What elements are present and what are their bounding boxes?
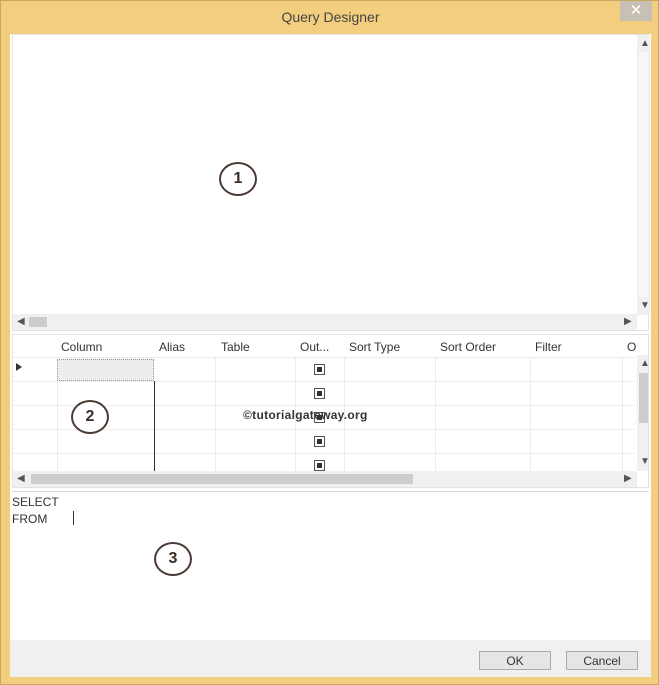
- grid-row-divider: [13, 429, 635, 430]
- output-checkbox[interactable]: [314, 388, 325, 399]
- grid-row-divider: [13, 381, 635, 382]
- column-header-table[interactable]: Table: [221, 340, 250, 354]
- selected-column-cell[interactable]: [57, 359, 154, 381]
- pane-number-badge-3: 3: [154, 542, 192, 576]
- output-checkbox[interactable]: [314, 436, 325, 447]
- grid-column-divider: [622, 357, 623, 472]
- column-header-or[interactable]: O: [627, 340, 636, 354]
- diagram-vertical-scrollbar[interactable]: ▲ ▼: [637, 35, 650, 315]
- diagram-vertical-scroll-thumb[interactable]: [639, 52, 648, 297]
- close-icon[interactable]: ✕: [620, 1, 652, 21]
- grid-row-divider: [13, 357, 635, 358]
- grid-vertical-scroll-thumb[interactable]: [639, 373, 648, 423]
- sql-pane[interactable]: SELECT FROM 3: [12, 491, 649, 640]
- text-caret: [73, 511, 74, 525]
- column-header-filter[interactable]: Filter: [535, 340, 562, 354]
- scroll-right-icon[interactable]: ▶: [624, 474, 632, 484]
- diagram-horizontal-scrollbar[interactable]: ◀ ▶: [13, 314, 637, 330]
- column-header-output[interactable]: Out...: [300, 340, 329, 354]
- scroll-down-icon[interactable]: ▼: [640, 457, 648, 467]
- grid-horizontal-scroll-thumb[interactable]: [31, 474, 413, 484]
- sql-line-from: FROM: [12, 512, 48, 526]
- column-header-sort-type[interactable]: Sort Type: [349, 340, 400, 354]
- scroll-up-icon[interactable]: ▲: [640, 39, 650, 49]
- grid-horizontal-scrollbar[interactable]: ◀ ▶: [13, 471, 637, 487]
- query-designer-window: Query Designer ✕ 1 ▲ ▼ ◀ ▶ Column Alias …: [0, 0, 659, 685]
- pane-number-badge-2: 2: [71, 400, 109, 434]
- cancel-button[interactable]: Cancel: [566, 651, 638, 670]
- pane-number-badge-1: 1: [219, 162, 257, 196]
- scroll-left-icon[interactable]: ◀: [17, 474, 25, 484]
- scroll-left-icon[interactable]: ◀: [17, 317, 25, 327]
- row-selector-arrow-icon[interactable]: [13, 361, 25, 373]
- grid-column-divider: [435, 357, 436, 472]
- grid-column-divider: [530, 357, 531, 472]
- window-title: Query Designer: [281, 9, 380, 25]
- scroll-down-icon[interactable]: ▼: [640, 301, 650, 311]
- grid-header-row: Column Alias Table Out... Sort Type Sort…: [13, 335, 636, 358]
- dialog-footer: OK Cancel: [10, 640, 651, 677]
- column-resize-bar: [154, 381, 155, 473]
- title-bar: Query Designer ✕: [1, 1, 658, 33]
- scroll-up-icon[interactable]: ▲: [640, 359, 648, 369]
- output-checkbox[interactable]: [314, 364, 325, 375]
- scroll-right-icon[interactable]: ▶: [624, 317, 632, 327]
- column-header-column[interactable]: Column: [61, 340, 102, 354]
- ok-button[interactable]: OK: [479, 651, 551, 670]
- grid-row-divider: [13, 453, 635, 454]
- output-checkbox[interactable]: [314, 460, 325, 471]
- watermark-text: ©tutorialgateway.org: [243, 408, 368, 422]
- grid-vertical-scrollbar[interactable]: ▲ ▼: [637, 355, 648, 471]
- dialog-client-area: 1 ▲ ▼ ◀ ▶ Column Alias Table Out... Sort…: [10, 34, 651, 677]
- diagram-pane[interactable]: 1 ▲ ▼ ◀ ▶: [12, 34, 650, 331]
- diagram-horizontal-scroll-thumb[interactable]: [29, 317, 47, 327]
- sql-line-select: SELECT: [12, 495, 59, 509]
- grid-column-divider: [215, 357, 216, 472]
- column-header-alias[interactable]: Alias: [159, 340, 185, 354]
- column-header-sort-order[interactable]: Sort Order: [440, 340, 496, 354]
- criteria-grid-pane[interactable]: Column Alias Table Out... Sort Type Sort…: [12, 334, 649, 488]
- grid-row-divider: [13, 405, 635, 406]
